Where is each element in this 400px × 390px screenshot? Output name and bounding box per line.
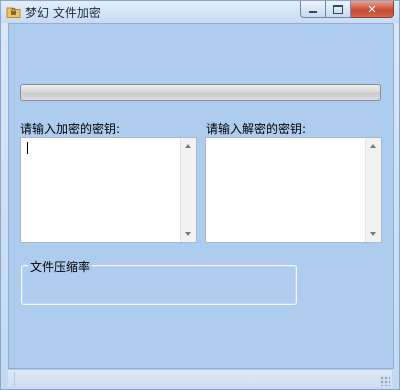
maximize-button[interactable]	[326, 1, 351, 18]
folder-lock-icon	[6, 7, 21, 18]
scroll-down-icon[interactable]	[185, 232, 191, 236]
window-title: 梦幻 文件加密	[25, 6, 101, 20]
scroll-up-icon[interactable]	[185, 144, 191, 148]
decrypt-key-input[interactable]	[205, 137, 382, 243]
progress-bar	[20, 84, 381, 101]
title-bar[interactable]: 梦幻 文件加密 ✕	[1, 1, 399, 23]
close-button[interactable]: ✕	[351, 1, 394, 18]
client-area: 请输入加密的密钥: 请输入解密的密钥: 文件压缩率	[8, 23, 394, 369]
status-divider	[14, 372, 15, 386]
decrypt-scrollbar[interactable]	[365, 138, 381, 242]
encrypt-scrollbar[interactable]	[180, 138, 196, 242]
close-icon: ✕	[367, 2, 377, 16]
decrypt-key-label: 请输入解密的密钥:	[206, 122, 307, 136]
maximize-icon	[333, 4, 343, 14]
text-caret	[27, 142, 28, 154]
compression-legend: 文件压缩率	[28, 258, 93, 275]
encrypt-key-label: 请输入加密的密钥:	[20, 122, 121, 136]
app-window: 梦幻 文件加密 ✕ 请输入加密的密钥: 请输入解密的密钥: 文件压缩率	[0, 0, 400, 390]
window-controls: ✕	[300, 1, 394, 19]
minimize-button[interactable]	[300, 1, 326, 18]
minimize-icon	[309, 11, 317, 13]
scroll-up-icon[interactable]	[370, 144, 376, 148]
encrypt-key-input[interactable]	[20, 137, 197, 243]
status-bar	[8, 369, 392, 388]
scroll-down-icon[interactable]	[370, 232, 376, 236]
compression-group: 文件压缩率	[21, 258, 297, 305]
resize-grip-icon[interactable]	[380, 376, 390, 386]
